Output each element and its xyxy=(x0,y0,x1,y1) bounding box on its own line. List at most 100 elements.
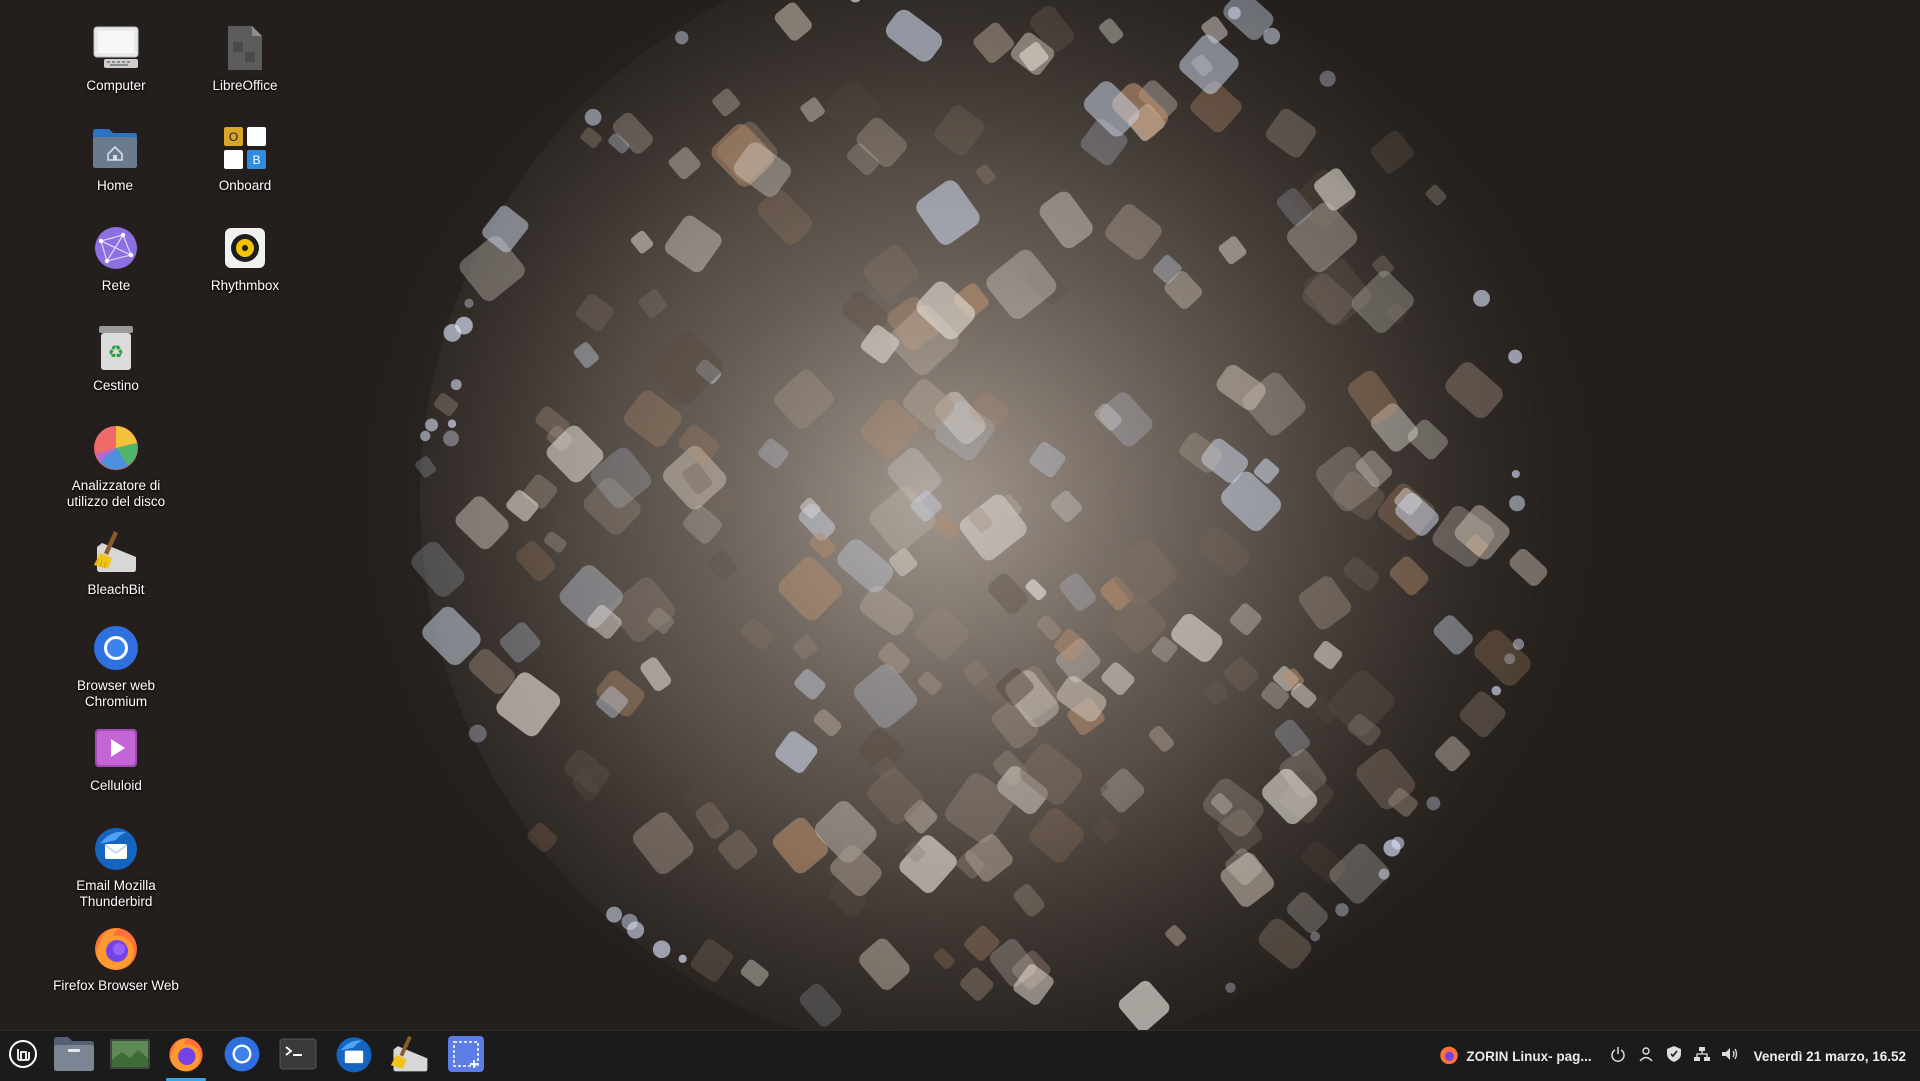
wallpaper-light xyxy=(455,316,473,335)
trash-icon: ♻ xyxy=(90,322,142,374)
desktop-icon-label: Celluloid xyxy=(90,778,142,793)
taskbar-window-firefox[interactable]: ZORIN Linux- pag... xyxy=(1427,1031,1603,1081)
terminal-icon xyxy=(278,1036,318,1077)
home-folder-icon xyxy=(89,122,141,174)
wallpaper-light xyxy=(1504,653,1516,665)
desktop-icon-label: BleachBit xyxy=(87,582,145,597)
linux-mint-menu-icon xyxy=(8,1039,38,1074)
desktop-icon-celluloid[interactable]: Celluloid xyxy=(51,722,181,794)
chromium-icon xyxy=(90,622,142,674)
taskbar: ZORIN Linux- pag... Venerdì 21 marzo, 16… xyxy=(0,1030,1920,1081)
desktop-icon-label: Computer xyxy=(86,78,146,93)
wallpaper-light xyxy=(674,30,689,45)
desktop-icon-rhythmbox[interactable]: Rhythmbox xyxy=(180,222,310,294)
tray-power[interactable] xyxy=(1604,1031,1632,1081)
taskbar-screenshot[interactable] xyxy=(438,1031,494,1081)
desktop-icon-onboard[interactable]: O B Onboard xyxy=(180,122,310,194)
desktop-icon-label: Cestino xyxy=(93,378,139,393)
wallpaper-light xyxy=(1511,469,1520,479)
bleachbit-icon xyxy=(389,1034,431,1079)
wallpaper-light xyxy=(443,430,459,447)
desktop-icon-label: Home xyxy=(96,178,133,193)
desktop-icon-bleachbit[interactable]: BleachBit xyxy=(51,526,181,598)
wallpaper-light xyxy=(464,298,474,308)
wallpaper-light xyxy=(1319,70,1336,87)
thunderbird-icon xyxy=(90,822,142,874)
wallpaper-light xyxy=(425,418,439,432)
wallpaper-light xyxy=(1310,931,1321,942)
tray-shield[interactable] xyxy=(1660,1031,1688,1081)
taskbar-thunderbird[interactable] xyxy=(326,1031,382,1081)
desktop-icon-cestino[interactable]: ♻ Cestino xyxy=(51,322,181,394)
desktop-icon-libreoffice[interactable]: LibreOffice xyxy=(180,22,310,94)
volume-icon xyxy=(1721,1046,1739,1067)
desktop-show-icon xyxy=(108,1036,152,1077)
taskbar-file-manager[interactable] xyxy=(46,1031,102,1081)
desktop-icon-computer[interactable]: Computer xyxy=(51,22,181,94)
chromium-icon xyxy=(223,1035,261,1078)
wallpaper-light xyxy=(450,379,462,391)
network-icon xyxy=(1693,1046,1711,1067)
wallpaper-light xyxy=(1508,349,1523,364)
svg-text:♻: ♻ xyxy=(108,342,124,363)
desktop-icon-label: Rhythmbox xyxy=(210,278,280,293)
desktop-icon-area: Computer LibreOffice Home O B Onboard Re… xyxy=(0,0,320,1030)
wallpaper-light xyxy=(584,108,602,126)
start-menu-button[interactable] xyxy=(0,1031,46,1081)
taskbar-firefox[interactable] xyxy=(158,1031,214,1081)
screenshot-icon xyxy=(446,1034,486,1079)
file-manager-icon xyxy=(52,1035,96,1078)
firefox-icon xyxy=(90,922,142,974)
taskbar-chromium[interactable] xyxy=(214,1031,270,1081)
user-icon xyxy=(1638,1046,1654,1067)
onboard-letter-o: O xyxy=(229,130,238,144)
bleachbit-icon xyxy=(90,526,142,578)
desktop-icon-rete[interactable]: Rete xyxy=(51,222,181,294)
wallpaper-light xyxy=(1227,6,1241,20)
computer-icon xyxy=(90,22,142,74)
taskbar-terminal[interactable] xyxy=(270,1031,326,1081)
firefox-icon xyxy=(1439,1045,1459,1068)
window-title: ZORIN Linux- pag... xyxy=(1466,1048,1592,1064)
taskbar-bleachbit[interactable] xyxy=(382,1031,438,1081)
libreoffice-icon xyxy=(219,22,271,74)
tray-user[interactable] xyxy=(1632,1031,1660,1081)
taskbar-show-desktop[interactable] xyxy=(102,1031,158,1081)
desktop-icon-label: LibreOffice xyxy=(212,78,278,93)
network-icon xyxy=(90,222,142,274)
clock[interactable]: Venerdì 21 marzo, 16.52 xyxy=(1754,1049,1906,1064)
wallpaper-light xyxy=(652,940,671,959)
desktop-icon-firefox[interactable]: Firefox Browser Web xyxy=(51,922,181,994)
tray-volume[interactable] xyxy=(1716,1031,1744,1081)
wallpaper-light xyxy=(1426,796,1441,811)
power-icon xyxy=(1610,1046,1626,1067)
wallpaper-light xyxy=(468,724,487,743)
wallpaper-light xyxy=(1335,903,1349,917)
desktop-icon-thunderbird[interactable]: Email Mozilla Thunderbird xyxy=(51,822,181,910)
wallpaper-light xyxy=(1512,638,1525,650)
desktop-icon-label: Onboard xyxy=(218,178,272,193)
wallpaper-light xyxy=(1225,982,1236,993)
wallpaper-light xyxy=(420,430,431,442)
desktop-icon-disk-usage[interactable]: Analizzatore di utilizzo del disco xyxy=(51,422,181,510)
taskbar-right-area: ZORIN Linux- pag... Venerdì 21 marzo, 16… xyxy=(1427,1031,1920,1081)
wallpaper-light xyxy=(447,419,457,428)
tray-network[interactable] xyxy=(1688,1031,1716,1081)
wallpaper-light xyxy=(1473,289,1490,307)
shield-icon xyxy=(1666,1045,1682,1068)
desktop-icon-home[interactable]: Home xyxy=(50,122,180,194)
desktop-icon-label: Firefox Browser Web xyxy=(53,978,179,993)
desktop-icon-label: Analizzatore di utilizzo del disco xyxy=(66,478,166,509)
firefox-icon xyxy=(167,1035,205,1078)
onboard-letter-b: B xyxy=(252,153,260,167)
wallpaper-light xyxy=(621,913,638,931)
desktop-icon-label: Browser web Chromium xyxy=(76,678,156,709)
wallpaper-light xyxy=(1378,868,1390,880)
thunderbird-icon xyxy=(334,1034,374,1079)
desktop-icon-chromium[interactable]: Browser web Chromium xyxy=(51,622,181,710)
wallpaper-light xyxy=(1509,495,1526,512)
rhythmbox-icon xyxy=(219,222,271,274)
desktop-icon-label: Rete xyxy=(101,278,131,293)
wallpaper-light xyxy=(606,906,623,923)
wallpaper-light xyxy=(1391,836,1405,850)
